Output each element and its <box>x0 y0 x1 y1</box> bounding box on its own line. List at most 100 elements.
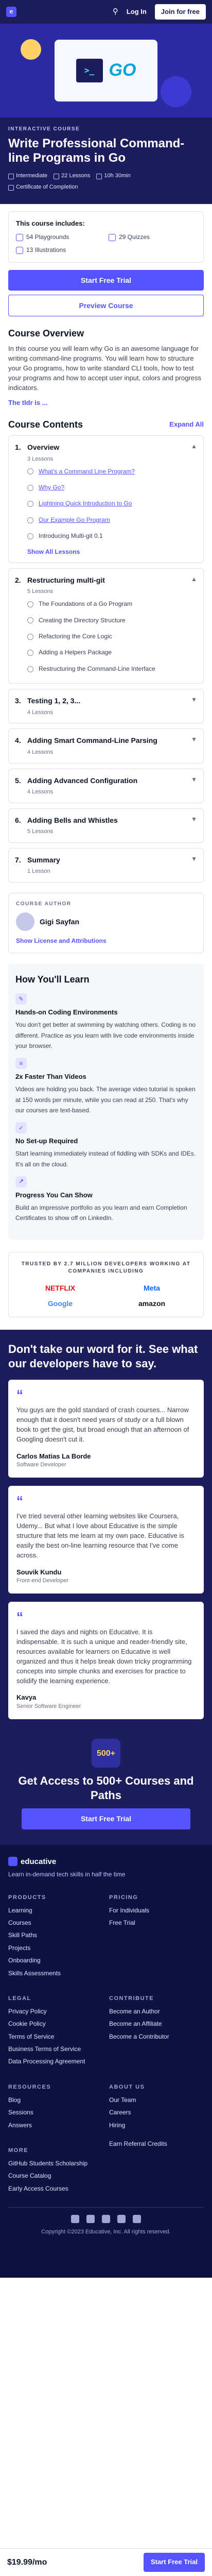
footer-link[interactable]: Cookie Policy <box>8 2020 103 2028</box>
google-logo: Google <box>47 1299 73 1308</box>
lesson-item[interactable]: Introducing Multi-git 0.1 <box>15 528 197 544</box>
twitter-icon[interactable] <box>102 2215 110 2224</box>
module-title: Restructuring multi-git <box>27 576 105 585</box>
footer-link[interactable]: Early Access Courses <box>8 2184 103 2193</box>
module-title-block: Adding Smart Command-Line Parsing 4 Lesso… <box>27 735 186 756</box>
course-header: INTERACTIVE COURSE Write Professional Co… <box>0 117 212 204</box>
chevron-down-icon[interactable]: ▼ <box>191 735 197 744</box>
lesson-item[interactable]: Restructuring the Command-Line Interface <box>15 661 197 677</box>
footer-column: LEGAL Privacy Policy Cookie Policy Terms of… <box>8 1988 103 2070</box>
module-header[interactable]: 2. Restructuring multi-git 5 Lessons ▲ <box>15 575 197 596</box>
price: $19.99/mo <box>7 2556 47 2568</box>
instagram-icon[interactable] <box>117 2215 126 2224</box>
footer-column: CONTRIBUTE Become an Author Become an Affi… <box>109 1988 204 2070</box>
login-link[interactable]: Log In <box>123 5 150 19</box>
feature-item: ✎ Hands-on Coding Environments You don't g… <box>15 993 197 1050</box>
trusted-text: TRUSTED BY 2.7 MILLION DEVELOPERS WORKIN… <box>21 1261 191 1275</box>
footer-link[interactable]: Data Processing Agreement <box>8 2057 103 2066</box>
footer-link[interactable]: Become an Author <box>109 2007 204 2016</box>
footer-link[interactable]: Hiring <box>109 2121 204 2130</box>
footer-link[interactable]: Skill Paths <box>8 1931 103 1940</box>
footer-link[interactable]: Skills Assessments <box>8 1969 103 1978</box>
quote-icon: “ <box>16 1609 23 1625</box>
footer-link[interactable]: Courses <box>8 1919 103 1927</box>
facebook-icon[interactable] <box>71 2215 79 2224</box>
chevron-down-icon[interactable]: ▲ <box>191 575 197 584</box>
chevron-down-icon[interactable]: ▼ <box>191 696 197 704</box>
footer-link[interactable]: GitHub Students Scholarship <box>8 2159 103 2168</box>
sticky-start-trial-button[interactable]: Start Free Trial <box>143 2553 205 2572</box>
module-header[interactable]: 5. Adding Advanced Configuration 4 Lessons… <box>15 775 197 796</box>
search-icon[interactable]: ⚲ <box>113 6 118 18</box>
lesson-item[interactable]: Refactoring the Core Logic <box>15 629 197 645</box>
module-header[interactable]: 3. Testing 1, 2, 3... 4 Lessons ▼ <box>15 696 197 717</box>
review-text: You guys are the gold standard of crash … <box>16 1406 189 1443</box>
cta-start-trial-button[interactable]: Start Free Trial <box>22 1808 190 1829</box>
module-header[interactable]: 7. Summary 1 Lesson ▼ <box>15 855 197 876</box>
chevron-down-icon[interactable]: ▲ <box>191 442 197 451</box>
footer-link[interactable]: Careers <box>109 2108 204 2117</box>
lesson-item[interactable]: Creating the Directory Structure <box>15 613 197 629</box>
linkedin-icon[interactable] <box>86 2215 95 2224</box>
lessons-meta: 22 Lessons <box>54 172 90 180</box>
chevron-down-icon[interactable]: ▼ <box>191 855 197 863</box>
footer-link[interactable]: Answers <box>8 2121 103 2130</box>
reviewer-name: Kavya <box>16 1693 37 1702</box>
join-button[interactable]: Join for free <box>154 4 206 20</box>
show-more-link[interactable]: The tldr is ... <box>8 399 48 406</box>
lesson-title: The Foundations of a Go Program <box>39 600 133 608</box>
author-name[interactable]: Gigi Sayfan <box>40 917 79 927</box>
footer-link[interactable]: Become a Contributor <box>109 2032 204 2041</box>
lesson-title: Why Go? <box>39 484 65 492</box>
hero-illustration: >_ GO <box>55 40 157 101</box>
footer-link[interactable]: Free Trial <box>109 1919 204 1927</box>
chevron-down-icon[interactable]: ▼ <box>191 775 197 784</box>
level-meta: Intermediate <box>8 172 47 180</box>
module-header[interactable]: 1. Overview 3 Lessons ▲ <box>15 442 197 463</box>
lesson-item[interactable]: What's a Command Line Program? <box>15 464 197 480</box>
educative-logo[interactable]: e <box>6 7 16 17</box>
module-title-block: Restructuring multi-git 5 Lessons <box>27 575 186 596</box>
chevron-down-icon[interactable]: ▼ <box>191 815 197 824</box>
youtube-icon[interactable] <box>133 2215 141 2224</box>
footer-link[interactable]: Sessions <box>8 2108 103 2117</box>
footer-link[interactable]: Projects <box>8 1944 103 1953</box>
footer-column-title: PRODUCTS <box>8 1894 46 1901</box>
footer-link[interactable]: Onboarding <box>8 1956 103 1965</box>
certificate-icon <box>8 184 14 191</box>
reviewer-role: Senior Software Engineer <box>16 1703 81 1710</box>
review-list: “ You guys are the gold standard of crash… <box>8 1380 204 1720</box>
footer-link[interactable]: Our Team <box>109 2096 204 2105</box>
expand-all-link[interactable]: Expand All <box>169 420 204 430</box>
footer-link[interactable]: Blog <box>8 2096 103 2105</box>
module-lesson-count: 3 Lessons <box>27 455 54 462</box>
feature-title: 2x Faster Than Videos <box>15 1073 86 1081</box>
level-text: Intermediate <box>16 173 48 179</box>
footer-link[interactable]: Course Catalog <box>8 2172 103 2180</box>
license-link[interactable]: Show License and Attributions <box>16 937 107 944</box>
module-header[interactable]: 6. Adding Bells and Whistles 5 Lessons ▼ <box>15 815 197 836</box>
lesson-title: Adding a Helpers Package <box>39 649 112 656</box>
module-header[interactable]: 4. Adding Smart Command-Line Parsing 4 Les… <box>15 735 197 756</box>
show-all-lessons-link[interactable]: Show All Lessons <box>15 545 197 556</box>
footer-link[interactable]: Earn Referral Credits <box>109 2140 204 2148</box>
preview-course-button[interactable]: Preview Course <box>8 294 204 317</box>
footer-link[interactable]: Learning <box>8 1906 103 1915</box>
clock-icon <box>96 173 102 179</box>
footer-link[interactable]: For Individuals <box>109 1906 204 1915</box>
footer-link[interactable]: Become an Affiliate <box>109 2020 204 2028</box>
start-free-trial-button[interactable]: Start Free Trial <box>8 269 204 291</box>
module-title: Overview <box>27 443 60 452</box>
module-number: 1. <box>15 443 21 452</box>
lesson-item[interactable]: The Foundations of a Go Program <box>15 596 197 612</box>
lesson-item[interactable]: Lightning Quick Introduction to Go <box>15 496 197 512</box>
lesson-item[interactable]: Adding a Helpers Package <box>15 645 197 660</box>
lesson-item[interactable]: Our Example Go Program <box>15 512 197 528</box>
footer-link[interactable]: Terms of Service <box>8 2032 103 2041</box>
certificate-text: Certificate of Completion <box>16 184 78 191</box>
footer-link[interactable]: Privacy Policy <box>8 2007 103 2016</box>
footer-link[interactable]: Business Terms of Service <box>8 2045 103 2054</box>
footer-brand[interactable]: educative <box>8 1856 204 1868</box>
footer-tagline: Learn in-demand tech skills in half the … <box>8 1871 126 1878</box>
lesson-item[interactable]: Why Go? <box>15 480 197 496</box>
